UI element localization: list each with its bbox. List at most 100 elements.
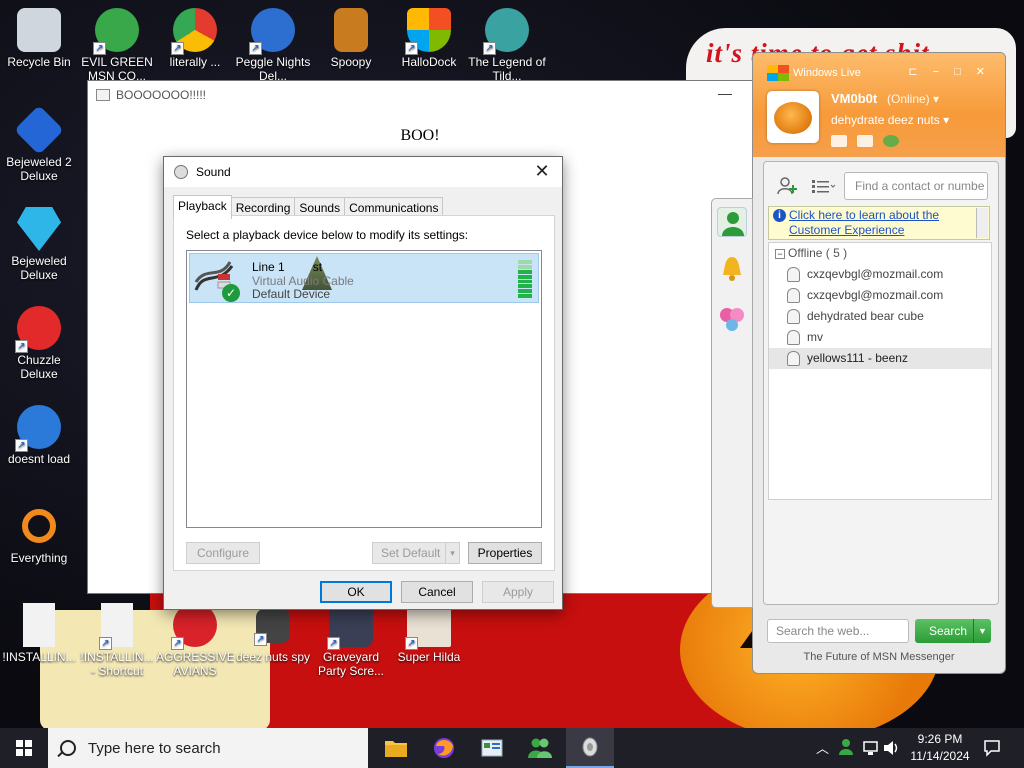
globe-icon[interactable]	[883, 135, 899, 147]
msn-side-tabs	[711, 198, 753, 608]
desktop-icon-super-hilda[interactable]: ↗ Super Hilda	[390, 603, 468, 664]
device-name-overlap: st	[312, 260, 323, 274]
desktop-icon-peggle-nights[interactable]: ↗ Peggle Nights Del...	[234, 8, 312, 83]
taskbar-firefox[interactable]	[420, 728, 468, 768]
control-panel-icon	[481, 739, 503, 757]
clock-date: 11/14/2024	[910, 749, 970, 763]
chevron-down-icon[interactable]: ▾	[445, 543, 459, 563]
list-view-icon[interactable]	[810, 176, 836, 196]
msn-personal-message[interactable]: dehydrate deez nuts ▾	[831, 113, 949, 127]
desktop-icon-installing[interactable]: !INSTALLIN...	[0, 603, 78, 664]
close-button[interactable]: ✕	[530, 160, 554, 184]
contact-item-selected[interactable]: yellows111 - beenz	[769, 348, 991, 369]
folder-icon[interactable]	[857, 135, 873, 147]
desktop-icon-deez-nuts-spy[interactable]: ↗ deez nuts spy	[234, 603, 312, 664]
windows-logo-icon	[16, 740, 32, 756]
sound-dialog-title: Sound	[196, 165, 231, 179]
thunderbird-icon: ↗	[15, 405, 61, 452]
desktop-icon-hallodock[interactable]: ↗ HalloDock	[390, 8, 468, 69]
desktop-icon-label: HalloDock	[401, 55, 457, 69]
chevron-up-icon[interactable]: ︿	[816, 738, 829, 757]
info-icon: i	[773, 209, 786, 222]
contact-item[interactable]: cxzqevbgl@mozmail.com	[769, 264, 991, 285]
desktop-icon-legend-of-tild[interactable]: ↗ The Legend of Tild...	[468, 8, 546, 83]
peggle-icon: ↗	[249, 8, 295, 55]
taskbar-search-box[interactable]: Type here to search	[48, 728, 368, 768]
customer-experience-banner[interactable]: i Click here to learn about the Customer…	[768, 206, 990, 240]
alerts-tab-icon[interactable]	[717, 253, 747, 283]
window-controls[interactable]: ⊏ − □ ✕	[908, 65, 991, 78]
contact-name: yellows111 - beenz	[807, 351, 908, 365]
contact-search-input[interactable]: Find a contact or numbe	[844, 172, 988, 200]
desktop-icon-label: !INSTALLIN... - Shortcut	[80, 650, 154, 678]
web-search-input[interactable]: Search the web...	[767, 619, 909, 643]
contact-item[interactable]: mv	[769, 327, 991, 348]
desktop-icon-label: Bejeweled Deluxe	[11, 254, 67, 282]
device-description: Virtual Audio Cable	[252, 274, 354, 288]
mail-icon[interactable]	[831, 135, 847, 147]
configure-button[interactable]: Configure	[186, 542, 260, 564]
contact-item[interactable]: cxzqevbgl@mozmail.com	[769, 285, 991, 306]
apply-button[interactable]: Apply	[482, 581, 554, 603]
msn-username[interactable]: VM0b0t	[831, 91, 877, 106]
playback-instruction: Select a playback device below to modify…	[186, 228, 469, 242]
notifications-icon[interactable]	[983, 739, 1001, 757]
playback-device-line-1[interactable]: ✓ Line 1 st Virtual Audio Cable Default D…	[189, 253, 539, 303]
firefox-icon	[434, 738, 454, 758]
contact-name: cxzqevbgl@mozmail.com	[807, 288, 944, 302]
avatar[interactable]	[767, 91, 819, 143]
web-search-label: Search	[929, 624, 968, 638]
msn-messenger-icon	[528, 738, 552, 758]
speaker-icon	[174, 165, 188, 179]
contacts-tab-icon[interactable]	[717, 207, 747, 237]
social-tab-icon[interactable]	[717, 303, 747, 333]
desktop-icon-label: Bejeweled 2 Deluxe	[6, 155, 72, 183]
desktop-icon-graveyard-party[interactable]: ↗ Graveyard Party Scre...	[312, 603, 390, 678]
msn-tray-icon[interactable]	[838, 738, 854, 756]
desktop-icon-installing-shortcut[interactable]: ↗ !INSTALLIN... - Shortcut	[78, 603, 156, 678]
sound-dialog-titlebar[interactable]: Sound ✕	[164, 157, 562, 187]
system-clock[interactable]: 9:26 PM 11/14/2024	[900, 731, 980, 765]
ok-button[interactable]: OK	[320, 581, 392, 603]
minimize-button[interactable]: —	[718, 85, 732, 101]
desktop-icon-evil-green-msn[interactable]: ↗ EVIL GREEN MSN CO...	[78, 8, 156, 83]
desktop-icon-recycle-bin[interactable]: Recycle Bin	[0, 8, 78, 69]
properties-button[interactable]: Properties	[468, 542, 542, 564]
start-button[interactable]	[0, 728, 48, 768]
desktop-icon-bejeweled[interactable]: Bejeweled Deluxe	[0, 207, 78, 282]
desktop-icon-everything[interactable]: Everything	[0, 504, 78, 565]
msn-status[interactable]: (Online) ▾	[887, 92, 939, 106]
volume-icon[interactable]	[883, 740, 899, 756]
offline-buddy-icon	[787, 267, 800, 282]
cancel-button[interactable]: Cancel	[401, 581, 473, 603]
desktop-icon-label: EVIL GREEN MSN CO...	[81, 55, 153, 83]
desktop-icon-spoopy[interactable]: Spoopy	[312, 8, 390, 69]
file-explorer-icon	[385, 741, 407, 757]
msn-messenger-window: Windows Live ⊏ − □ ✕ VM0b0t (Online) ▾ d…	[752, 52, 1006, 674]
tab-playback[interactable]: Playback	[173, 195, 232, 219]
taskbar-control-panel[interactable]	[468, 728, 516, 768]
desktop-icon-doesnt-load[interactable]: ↗ doesnt load	[0, 405, 78, 466]
taskbar-sound[interactable]	[566, 728, 614, 768]
web-search-button[interactable]: Search ▼	[915, 619, 991, 643]
banner-scrollbar[interactable]	[976, 208, 988, 238]
taskbar-msn-messenger[interactable]	[516, 728, 564, 768]
customer-experience-link[interactable]: Click here to learn about the Customer E…	[789, 208, 939, 237]
contact-item[interactable]: dehydrated bear cube	[769, 306, 991, 327]
desktop-icon-literally[interactable]: ↗ literally ...	[156, 8, 234, 69]
add-contact-icon[interactable]	[776, 176, 798, 196]
desktop-icon-aggressive-avians[interactable]: ↗ AGGRESSIVE AVIANS	[156, 603, 234, 678]
desktop-icon-label: AGGRESSIVE AVIANS	[156, 650, 234, 678]
network-icon[interactable]	[862, 740, 880, 756]
chevron-down-icon[interactable]: ▼	[973, 619, 991, 643]
taskbar-file-explorer[interactable]	[372, 728, 420, 768]
group-offline[interactable]: − Offline ( 5 )	[775, 246, 847, 260]
collapse-icon[interactable]: −	[775, 249, 785, 259]
desktop-icon-bejeweled-2[interactable]: Bejeweled 2 Deluxe	[0, 105, 78, 183]
desktop-icon-chuzzle[interactable]: ↗ Chuzzle Deluxe	[0, 306, 78, 381]
boo-window-titlebar[interactable]: BOOOOOOO!!!!! —	[88, 81, 752, 109]
playback-device-list[interactable]: ✓ Line 1 st Virtual Audio Cable Default D…	[186, 250, 542, 528]
set-default-button[interactable]: Set Default ▾	[372, 542, 460, 564]
desktop-icon-label: Graveyard Party Scre...	[317, 650, 385, 678]
desktop-icon-label: Everything	[10, 551, 68, 565]
